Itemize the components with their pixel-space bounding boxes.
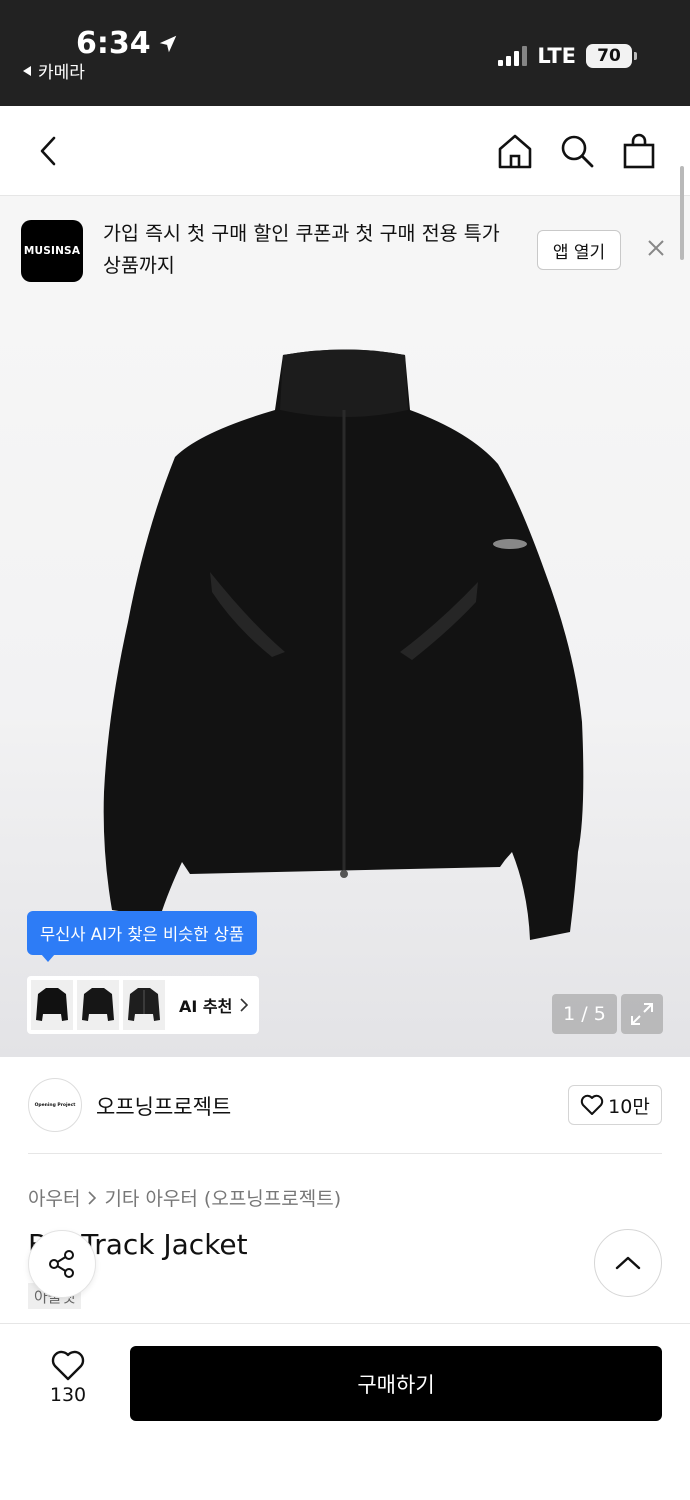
close-icon [648, 240, 664, 256]
heart-icon [580, 1094, 604, 1115]
location-arrow-icon [159, 35, 176, 52]
expand-image-button[interactable] [621, 994, 663, 1034]
search-icon [561, 135, 594, 168]
brand-row: Opening Project 오프닝프로젝트 10만 [28, 1078, 662, 1132]
product-gallery[interactable]: 무신사 AI가 찾은 비슷한 상품 AI 추천 1 / 5 [0, 292, 690, 1057]
cart-button[interactable] [618, 106, 660, 196]
back-to-app-link[interactable]: 카메라 [22, 58, 85, 83]
chevron-right-icon [240, 998, 249, 1012]
musinsa-logo: MUSINSA [21, 220, 83, 282]
wish-count: 130 [49, 1384, 87, 1406]
status-bar: 6:34 카메라 LTE 70 [0, 0, 690, 106]
ai-thumbnail[interactable] [77, 980, 119, 1030]
back-triangle-icon [23, 65, 31, 76]
signal-icon [498, 46, 528, 66]
chevron-up-icon [615, 1256, 641, 1270]
chevron-right-icon [88, 1190, 97, 1205]
bottom-purchase-bar: 130 구매하기 [0, 1323, 690, 1500]
back-button[interactable] [28, 106, 68, 196]
breadcrumb-item[interactable]: 아우터 [28, 1184, 80, 1211]
top-nav [0, 106, 690, 196]
chevron-left-icon [40, 136, 56, 166]
shopping-bag-icon [623, 133, 655, 169]
ai-recommend-strip[interactable]: AI 추천 [27, 976, 259, 1034]
ai-thumbnail[interactable] [123, 980, 165, 1030]
brand-name[interactable]: 오프닝프로젝트 [96, 1091, 231, 1121]
home-button[interactable] [494, 106, 536, 196]
battery-icon: 70 [586, 44, 637, 68]
ai-similar-tooltip: 무신사 AI가 찾은 비슷한 상품 [27, 911, 258, 962]
ai-recommend-link[interactable]: AI 추천 [179, 993, 249, 1017]
heart-icon [51, 1350, 85, 1381]
banner-message: 가입 즉시 첫 구매 할인 쿠폰과 첫 구매 전용 특가 상품까지 [103, 222, 500, 277]
network-type: LTE [537, 44, 576, 68]
jacket-thumbnail-icon [128, 988, 160, 1021]
scroll-top-button[interactable] [594, 1229, 662, 1297]
app-install-banner: MUSINSA 가입 즉시 첫 구매 할인 쿠폰과 첫 구매 전용 특가 상품까… [0, 196, 690, 292]
buy-button[interactable]: 구매하기 [130, 1346, 662, 1421]
ai-thumbnail[interactable] [31, 980, 73, 1030]
search-button[interactable] [556, 106, 598, 196]
breadcrumb: 아우터 기타 아우터 (오프닝프로젝트) [28, 1184, 341, 1211]
page-scrollbar[interactable] [680, 166, 684, 260]
status-indicators: LTE 70 [498, 44, 637, 68]
jacket-thumbnail-icon [82, 988, 114, 1021]
image-counter: 1 / 5 [552, 994, 617, 1034]
status-time: 6:34 [76, 26, 179, 61]
jacket-thumbnail-icon [36, 988, 68, 1021]
expand-icon [631, 1003, 653, 1025]
banner-close-button[interactable] [644, 236, 668, 260]
breadcrumb-item[interactable]: 기타 아우터 (오프닝프로젝트) [104, 1184, 341, 1211]
share-icon [49, 1250, 74, 1278]
home-icon [498, 134, 532, 169]
brand-like-button[interactable]: 10만 [568, 1085, 662, 1125]
share-button[interactable] [28, 1230, 96, 1298]
brand-logo[interactable]: Opening Project [28, 1078, 82, 1132]
divider [28, 1153, 662, 1154]
wishlist-button[interactable]: 130 [40, 1350, 96, 1406]
open-app-button[interactable]: 앱 열기 [537, 230, 621, 270]
